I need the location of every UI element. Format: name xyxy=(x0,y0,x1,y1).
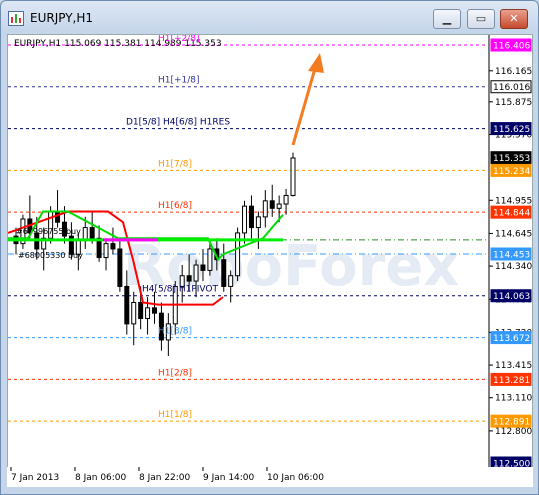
candle-body xyxy=(89,227,95,239)
maximize-button[interactable]: ▭ xyxy=(467,9,495,29)
level-label: D1[5/8] H4[6/8] H1RES xyxy=(126,118,230,128)
candle-body xyxy=(269,200,275,209)
chart-icon xyxy=(8,11,24,26)
candle-body xyxy=(110,243,116,250)
order-label-2: #68005330 buy xyxy=(18,251,83,260)
price-badge-label: 115.234 xyxy=(493,167,530,177)
price-tick-label: 112.800 xyxy=(495,427,532,437)
price-badge-label: 113.672 xyxy=(493,334,530,344)
candle-body xyxy=(283,194,289,205)
time-label: 9 Jan 14:00 xyxy=(203,473,255,483)
time-axis: 7 Jan 2013 8 Jan 06:00 8 Jan 22:00 9 Jan 14… xyxy=(7,467,533,487)
candle-body xyxy=(255,216,261,229)
chart-canvas[interactable]: RoboForex EURJPY,H1 115.069 115.381 114.… xyxy=(7,34,532,470)
candle-body xyxy=(200,264,206,271)
candle-body xyxy=(152,307,157,314)
candle-body xyxy=(124,285,130,325)
candle-body xyxy=(242,205,248,234)
price-tick-label: 116.165 xyxy=(495,67,532,77)
candle-body xyxy=(276,203,282,209)
trend-arrow xyxy=(291,53,324,146)
price-tick-label: 113.415 xyxy=(495,361,532,371)
price-tick-label: 114.340 xyxy=(495,262,532,272)
time-label: 7 Jan 2013 xyxy=(11,473,59,483)
order-label-1: #67996755 buy xyxy=(16,227,81,236)
price-badge-label: 112.891 xyxy=(493,418,530,428)
candle-body xyxy=(207,248,213,271)
price-tick-label: 114.955 xyxy=(495,196,532,206)
candle-body xyxy=(55,211,61,223)
price-badge-label: 113.281 xyxy=(493,376,530,386)
level-label: H1[1/8] xyxy=(158,410,192,420)
price-badge-label: 115.353 xyxy=(493,154,530,164)
level-label: H1[+2/8] xyxy=(158,35,200,44)
time-label: 8 Jan 06:00 xyxy=(75,473,127,483)
candle-body xyxy=(193,264,199,282)
price-badge-label: 114.844 xyxy=(493,209,530,219)
price-badge-label: 116.016 xyxy=(493,83,530,93)
minimize-button[interactable]: ▁ xyxy=(433,9,461,29)
window-title: EURJPY,H1 xyxy=(30,11,94,25)
candle-body xyxy=(117,248,123,287)
price-badge-label: 115.625 xyxy=(493,125,530,135)
level-label: H1[2/8] xyxy=(158,368,192,378)
candle-body xyxy=(138,301,144,320)
price-badge-label: 114.063 xyxy=(493,292,530,302)
level-label: H4[5/8] H1PIVOT xyxy=(142,285,219,295)
candle-body xyxy=(186,275,192,282)
price-tick-label: 113.110 xyxy=(495,394,532,404)
candle-body xyxy=(248,205,254,229)
price-chart[interactable]: RoboForex EURJPY,H1 115.069 115.381 114.… xyxy=(7,34,533,470)
candle-body xyxy=(131,301,137,325)
candle-body xyxy=(290,157,296,196)
level-label: H1[3/8] xyxy=(158,327,192,337)
level-label: H1[6/8] xyxy=(158,201,192,211)
time-label: 10 Jan 06:00 xyxy=(267,473,324,483)
candle-body xyxy=(228,275,234,287)
close-button[interactable]: ✕ xyxy=(500,9,528,29)
level-label: H1[+1/8] xyxy=(158,76,200,86)
price-tick-label: 115.875 xyxy=(495,98,532,108)
level-label: H1[7/8] xyxy=(158,159,192,169)
candle-body xyxy=(262,200,268,218)
price-badge-label: 116.406 xyxy=(493,42,530,52)
candle-body xyxy=(221,259,227,287)
time-label: 8 Jan 22:00 xyxy=(139,473,191,483)
title-bar[interactable]: EURJPY,H1 ▁ ▭ ✕ xyxy=(1,1,538,35)
price-tick-label: 114.645 xyxy=(495,229,532,239)
price-badge-label: 114.453 xyxy=(493,251,530,261)
candle-body xyxy=(145,307,151,320)
candle-body xyxy=(103,243,109,259)
